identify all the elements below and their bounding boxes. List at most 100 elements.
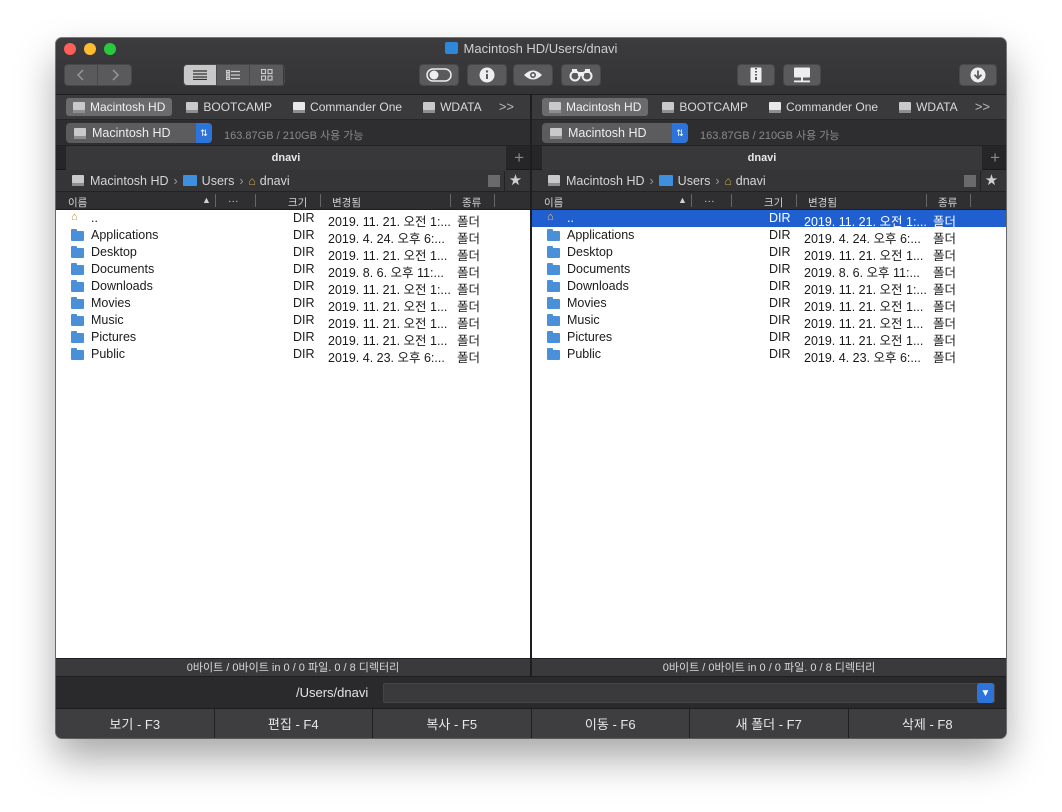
table-row[interactable]: Desktop DIR 2019. 11. 21. 오전 1... 폴더 xyxy=(532,244,1006,263)
table-row[interactable]: Desktop DIR 2019. 11. 21. 오전 1... 폴더 xyxy=(56,244,530,263)
command-input[interactable]: ▼ xyxy=(383,683,995,703)
sort-ascending-icon: ▲ xyxy=(202,195,211,205)
drive-bootcamp[interactable]: BOOTCAMP xyxy=(179,98,279,116)
volume-select[interactable]: Macintosh HD ⇅ xyxy=(66,123,212,143)
table-row[interactable]: Downloads DIR 2019. 11. 21. 오전 1:... 폴더 xyxy=(532,278,1006,297)
table-row[interactable]: Music DIR 2019. 11. 21. 오전 1... 폴더 xyxy=(532,312,1006,331)
detail-view-button[interactable] xyxy=(217,65,250,85)
volume-bar: Macintosh HD ⇅ 163.87GB / 210GB 사용 가능 xyxy=(56,120,530,146)
breadcrumb-users[interactable]: Users xyxy=(678,174,711,188)
drive-bootcamp[interactable]: BOOTCAMP xyxy=(655,98,755,116)
search-button[interactable] xyxy=(561,64,601,86)
drive-wdata[interactable]: WDATA xyxy=(892,98,965,116)
folder-icon xyxy=(71,348,84,360)
table-row[interactable]: Downloads DIR 2019. 11. 21. 오전 1:... 폴더 xyxy=(56,278,530,297)
edit-f4-button[interactable]: 편집 - F4 xyxy=(215,709,373,738)
more-drives-button[interactable]: >> xyxy=(975,99,990,114)
column-size[interactable]: 크기 xyxy=(764,195,783,210)
breadcrumb-users[interactable]: Users xyxy=(202,174,235,188)
toggle-hidden-icon xyxy=(426,68,452,82)
column-divider[interactable] xyxy=(450,194,451,207)
folder-icon xyxy=(547,229,560,241)
column-divider[interactable] xyxy=(731,194,732,207)
column-divider[interactable] xyxy=(970,194,971,207)
column-divider[interactable] xyxy=(255,194,256,207)
table-row[interactable]: Public DIR 2019. 4. 23. 오후 6:... 폴더 xyxy=(532,346,1006,365)
breadcrumb-root[interactable]: Macintosh HD xyxy=(90,174,169,188)
grid-view-button[interactable] xyxy=(250,65,283,85)
table-row[interactable]: ⌂.. DIR 2019. 11. 21. 오전 1:... 폴더 xyxy=(56,210,530,229)
column-modified[interactable]: 변경됨 xyxy=(332,195,361,210)
drive-commander-one[interactable]: Commander One xyxy=(762,98,885,116)
drive-wdata[interactable]: WDATA xyxy=(416,98,489,116)
column-extension[interactable]: ··· xyxy=(228,195,239,207)
column-kind[interactable]: 종류 xyxy=(462,195,481,210)
file-size: DIR xyxy=(769,347,791,361)
status-bar-left: 0바이트 / 0바이트 in 0 / 0 파일. 0 / 8 디렉터리 xyxy=(56,658,530,676)
table-row[interactable]: Documents DIR 2019. 8. 6. 오후 11:... 폴더 xyxy=(532,261,1006,280)
table-row[interactable]: Applications DIR 2019. 4. 24. 오후 6:... 폴더 xyxy=(56,227,530,246)
delete-f8-button[interactable]: 삭제 - F8 xyxy=(849,709,1007,738)
folder-icon xyxy=(71,280,84,292)
back-button[interactable] xyxy=(65,65,98,85)
column-divider[interactable] xyxy=(691,194,692,207)
table-row[interactable]: Movies DIR 2019. 11. 21. 오전 1... 폴더 xyxy=(56,295,530,314)
network-button[interactable] xyxy=(783,64,821,86)
drive-commander-one[interactable]: Commander One xyxy=(286,98,409,116)
download-button[interactable] xyxy=(959,64,997,86)
favorites-star-icon[interactable]: ★ xyxy=(980,171,1002,191)
table-row[interactable]: Documents DIR 2019. 8. 6. 오후 11:... 폴더 xyxy=(56,261,530,280)
stop-icon[interactable] xyxy=(964,175,976,187)
column-divider[interactable] xyxy=(320,194,321,207)
column-modified[interactable]: 변경됨 xyxy=(808,195,837,210)
column-extension[interactable]: ··· xyxy=(704,195,715,207)
column-divider[interactable] xyxy=(494,194,495,207)
tab-dnavi[interactable]: dnavi xyxy=(66,146,506,170)
hard-drive-icon xyxy=(73,101,85,113)
table-row[interactable]: Public DIR 2019. 4. 23. 오후 6:... 폴더 xyxy=(56,346,530,365)
info-button[interactable] xyxy=(467,64,507,86)
column-name[interactable]: 이름 xyxy=(68,195,87,210)
drive-macintosh-hd[interactable]: Macintosh HD xyxy=(66,98,173,116)
quick-look-button[interactable] xyxy=(513,64,553,86)
add-tab-button[interactable]: + xyxy=(514,148,524,168)
table-row[interactable]: Pictures DIR 2019. 11. 21. 오전 1... 폴더 xyxy=(56,329,530,348)
table-row[interactable]: Applications DIR 2019. 4. 24. 오후 6:... 폴더 xyxy=(532,227,1006,246)
file-size: DIR xyxy=(769,262,791,276)
drive-macintosh-hd[interactable]: Macintosh HD xyxy=(542,98,649,116)
list-view-button[interactable] xyxy=(184,65,217,85)
add-tab-button[interactable]: + xyxy=(990,148,1000,168)
table-row[interactable]: Movies DIR 2019. 11. 21. 오전 1... 폴더 xyxy=(532,295,1006,314)
favorites-star-icon[interactable]: ★ xyxy=(504,171,526,191)
folder-icon xyxy=(182,175,197,186)
new-folder-f7-button[interactable]: 새 폴더 - F7 xyxy=(690,709,849,738)
parent-home-icon: ⌂ xyxy=(547,211,554,223)
more-drives-button[interactable]: >> xyxy=(499,99,514,114)
table-row[interactable]: Music DIR 2019. 11. 21. 오전 1... 폴더 xyxy=(56,312,530,331)
forward-button[interactable] xyxy=(98,65,131,85)
column-kind[interactable]: 종류 xyxy=(938,195,957,210)
toggle-hidden-button[interactable] xyxy=(419,64,459,86)
chevron-down-icon[interactable]: ▼ xyxy=(977,683,994,703)
archive-button[interactable] xyxy=(737,64,775,86)
column-divider[interactable] xyxy=(796,194,797,207)
column-size[interactable]: 크기 xyxy=(288,195,307,210)
column-divider[interactable] xyxy=(926,194,927,207)
table-row[interactable]: Pictures DIR 2019. 11. 21. 오전 1... 폴더 xyxy=(532,329,1006,348)
column-divider[interactable] xyxy=(215,194,216,207)
view-f3-button[interactable]: 보기 - F3 xyxy=(56,709,215,738)
move-f6-button[interactable]: 이동 - F6 xyxy=(532,709,690,738)
column-name[interactable]: 이름 xyxy=(544,195,563,210)
status-bar-right: 0바이트 / 0바이트 in 0 / 0 파일. 0 / 8 디렉터리 xyxy=(532,658,1006,676)
breadcrumb-home[interactable]: dnavi xyxy=(260,174,290,188)
stop-icon[interactable] xyxy=(488,175,500,187)
copy-f5-button[interactable]: 복사 - F5 xyxy=(373,709,532,738)
breadcrumb-root[interactable]: Macintosh HD xyxy=(566,174,645,188)
volume-select[interactable]: Macintosh HD ⇅ xyxy=(542,123,688,143)
tab-dnavi[interactable]: dnavi xyxy=(542,146,982,170)
file-list[interactable]: ⌂.. DIR 2019. 11. 21. 오전 1:... 폴더 Applicatio… xyxy=(532,210,1006,658)
folder-icon xyxy=(71,297,84,309)
table-row[interactable]: ⌂.. DIR 2019. 11. 21. 오전 1:... 폴더 xyxy=(532,210,1006,229)
breadcrumb-home[interactable]: dnavi xyxy=(736,174,766,188)
file-list[interactable]: ⌂.. DIR 2019. 11. 21. 오전 1:... 폴더 Applicatio… xyxy=(56,210,530,658)
